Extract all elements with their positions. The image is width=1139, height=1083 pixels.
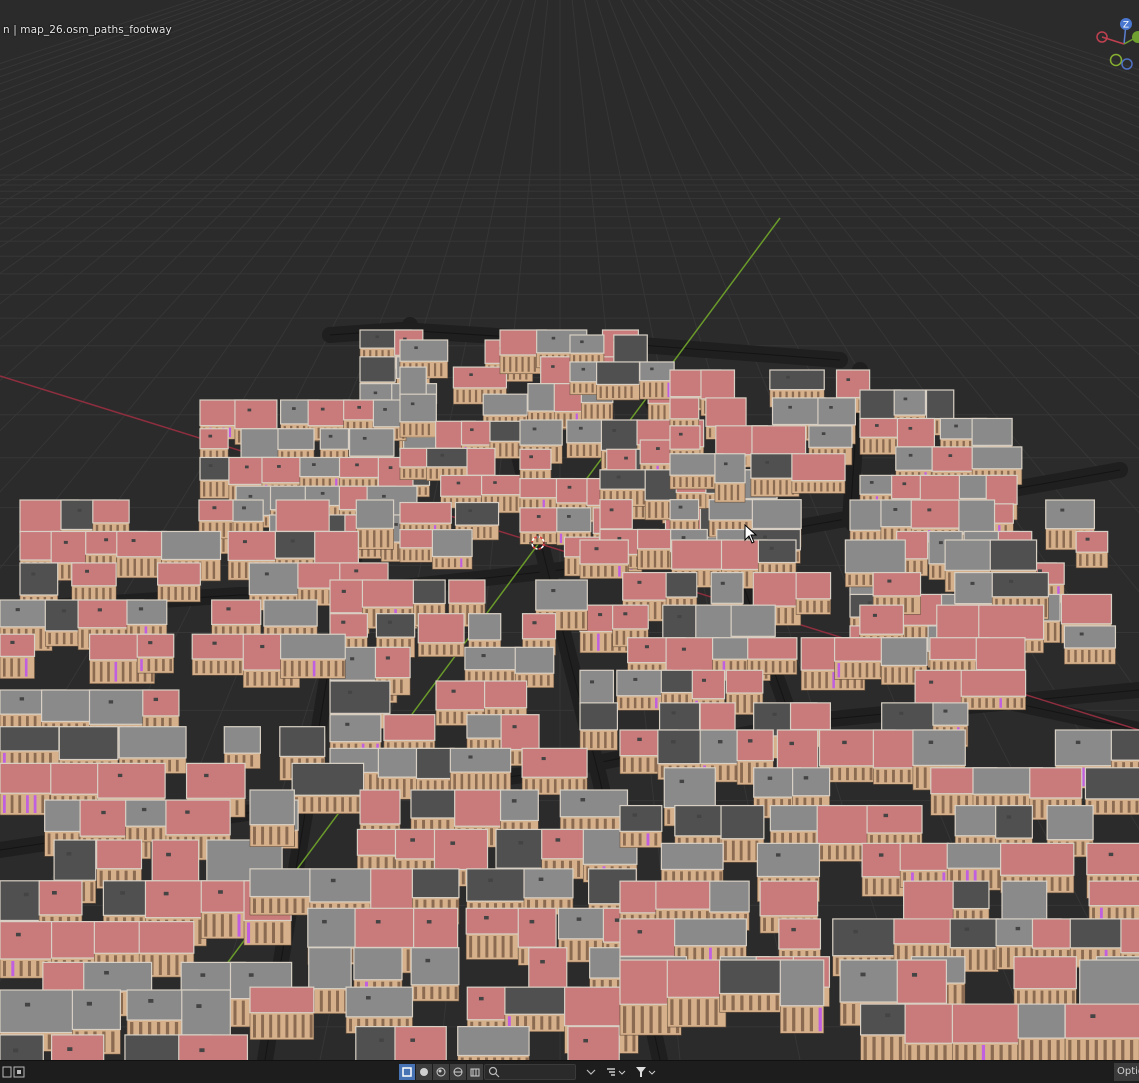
building: [450, 748, 510, 794]
building: [780, 960, 823, 1033]
building: [961, 670, 1025, 709]
building: [356, 500, 393, 549]
3d-cursor-icon[interactable]: [529, 534, 547, 552]
building: [1064, 626, 1115, 664]
building: [560, 790, 627, 834]
wireframe-shading-button[interactable]: [416, 1064, 432, 1080]
solid-shading-icon: [402, 1067, 412, 1077]
building: [179, 1035, 248, 1060]
building: [580, 540, 628, 579]
building: [1089, 881, 1139, 923]
sort-options-icon[interactable]: [604, 1064, 628, 1080]
material-sphere-icon: [436, 1067, 446, 1077]
building: [395, 1027, 446, 1060]
building: [620, 806, 662, 848]
building: [597, 362, 640, 400]
viewport-object-info: n | map_26.osm_paths_footway: [3, 24, 172, 36]
building: [1076, 531, 1108, 567]
building: [432, 530, 472, 570]
building: [580, 703, 617, 750]
building: [200, 457, 229, 498]
navigation-gizmo-icon[interactable]: Z: [1090, 14, 1139, 74]
magnifier-icon: [488, 1066, 500, 1078]
building: [137, 634, 174, 673]
gizmo-neg-y[interactable]: [1111, 55, 1122, 66]
building: [72, 563, 116, 603]
building: [675, 919, 747, 962]
gizmo-neg-z[interactable]: [1122, 59, 1132, 69]
building: [466, 908, 526, 959]
render-icon: [470, 1067, 480, 1077]
building: [667, 960, 726, 1027]
building: [792, 454, 845, 494]
building: [52, 1035, 104, 1060]
viewport-footer-bar: Optio: [0, 1060, 1139, 1083]
viewport-layout-icon[interactable]: [2, 1064, 12, 1080]
building: [1065, 1004, 1139, 1060]
building: [0, 634, 35, 678]
city-scene: [0, 0, 1139, 1060]
gizmo-z-label: Z: [1123, 21, 1129, 31]
building: [250, 790, 294, 847]
building: [416, 748, 454, 794]
options-button[interactable]: Optio: [1114, 1063, 1139, 1081]
building: [250, 987, 314, 1039]
shading-mode-group: [399, 1064, 484, 1080]
building: [158, 563, 201, 602]
dropdown-toggle-icon[interactable]: [583, 1064, 599, 1080]
building: [720, 960, 789, 1012]
3d-viewport[interactable]: n | map_26.osm_paths_footway Z: [0, 0, 1139, 1060]
building: [748, 638, 797, 675]
material-preview-button[interactable]: [433, 1064, 449, 1080]
building: [309, 948, 351, 1014]
building: [250, 869, 310, 915]
building: [715, 454, 745, 502]
rendered-shading-button[interactable]: [450, 1064, 466, 1080]
gizmo-y[interactable]: [1132, 31, 1139, 43]
building: [411, 948, 459, 1001]
render-settings-button[interactable]: [467, 1064, 483, 1080]
building: [524, 869, 573, 915]
building: [320, 429, 348, 462]
globe-icon: [453, 1067, 463, 1077]
solid-shading-button[interactable]: [399, 1064, 415, 1080]
building: [418, 614, 464, 657]
building: [522, 748, 587, 794]
mouse-pointer-icon: [744, 524, 758, 544]
building: [796, 573, 830, 615]
snap-grid-icon[interactable]: [12, 1064, 26, 1080]
sphere-icon: [419, 1067, 429, 1077]
building: [640, 362, 674, 399]
building: [224, 727, 260, 769]
building: [568, 1027, 619, 1060]
building: [458, 1027, 529, 1060]
building: [292, 763, 363, 813]
building: [281, 634, 346, 678]
building: [400, 394, 436, 437]
funnel-icon[interactable]: [633, 1064, 659, 1080]
building: [1018, 1004, 1065, 1060]
building: [1014, 957, 1076, 1006]
viewport-search-field[interactable]: [484, 1064, 576, 1080]
building: [0, 1035, 43, 1060]
